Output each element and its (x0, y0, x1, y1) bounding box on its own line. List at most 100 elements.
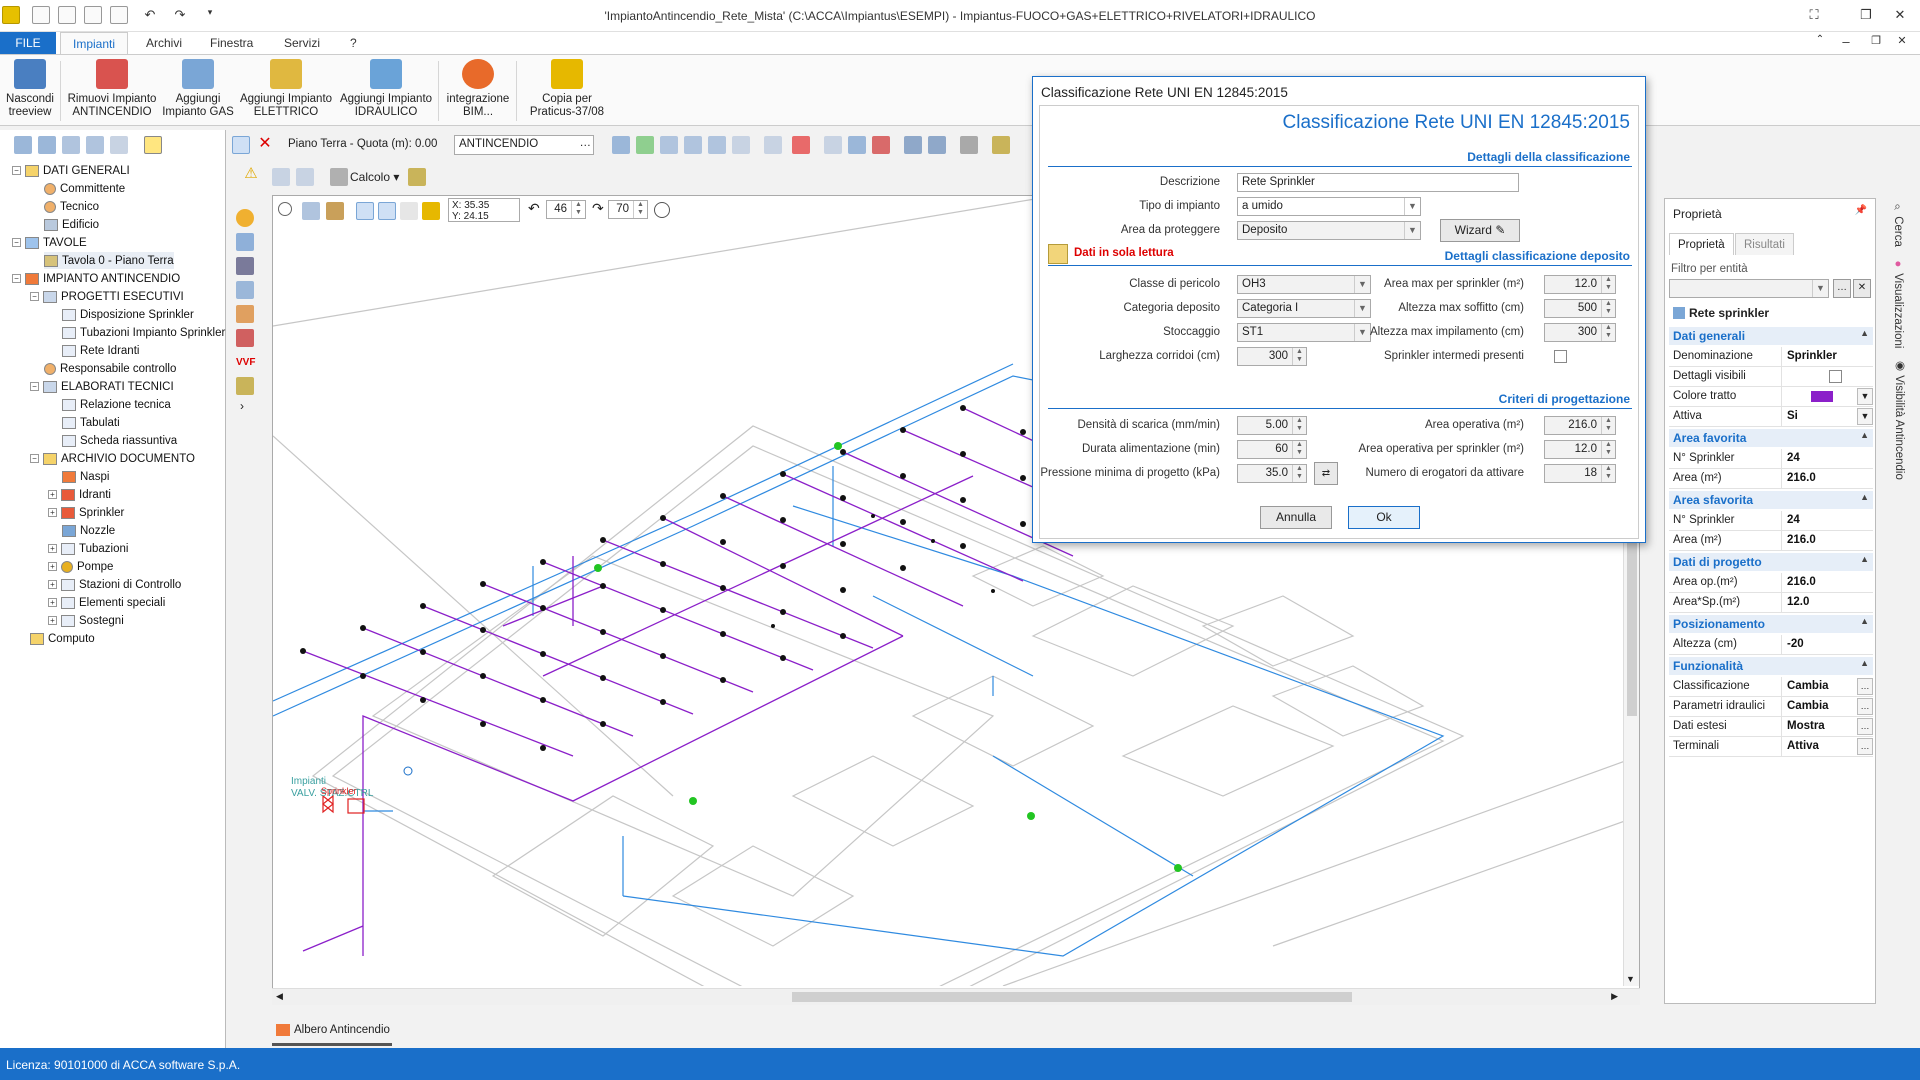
stoccaggio-select[interactable]: ST1 ▼ (1237, 323, 1371, 342)
tree-item[interactable]: Disposizione Sprinkler (62, 306, 194, 323)
tab-visibilita[interactable]: ◉ Visibilità Antincendio (1892, 358, 1906, 480)
tree-item[interactable]: Computo (30, 630, 95, 647)
tree-item[interactable]: Edificio (44, 216, 99, 233)
chevron-down-icon[interactable]: ▼ (1354, 300, 1370, 317)
more-dots-icon[interactable]: … (1857, 698, 1873, 715)
tree-item[interactable]: − IMPIANTO ANTINCENDIO (12, 270, 180, 287)
print-icon[interactable] (960, 136, 978, 154)
tree-item[interactable]: + Tubazioni (48, 540, 128, 557)
sprinkler-tool-icon[interactable] (236, 233, 254, 251)
prop-row[interactable]: Altezza (cm) -20 (1669, 635, 1873, 655)
tool-icon[interactable] (824, 136, 842, 154)
hide-treeview-button[interactable]: Nascondi treeview (4, 59, 56, 119)
view-3d-icon[interactable] (654, 202, 670, 218)
altimp-input[interactable]: 300 ▲ ▼ (1544, 323, 1616, 342)
snap-icon[interactable] (378, 202, 396, 220)
prop-row[interactable]: Area*Sp.(m²) 12.0 (1669, 593, 1873, 613)
tilt-icon[interactable]: ↷ (592, 200, 604, 217)
prop-row[interactable]: Denominazione Sprinkler (1669, 347, 1873, 367)
edit-tool-icon[interactable] (992, 136, 1010, 154)
intermedi-checkbox[interactable] (1554, 350, 1567, 363)
calc-icon[interactable] (330, 168, 348, 186)
wizard-button[interactable]: Wizard ✎ (1440, 219, 1520, 242)
densita-input[interactable]: 5.00 ▲ ▼ (1237, 416, 1307, 435)
filter-combo[interactable]: ▼ (1669, 279, 1829, 298)
tree-item[interactable]: Tubazioni Impianto Sprinkler (62, 324, 225, 341)
chevron-down-icon[interactable]: ▼ (1404, 222, 1420, 239)
copy-praticus-button[interactable]: Copia per Praticus-37/08 (522, 59, 612, 119)
tool-icon[interactable] (764, 136, 782, 154)
tree-tool-icon[interactable] (38, 136, 56, 154)
prop-row[interactable]: N° Sprinkler 24 (1669, 511, 1873, 531)
tool-icon[interactable] (236, 305, 254, 323)
tool-icon[interactable] (872, 136, 890, 154)
prop-row[interactable]: Parametri idraulici Cambia… (1669, 697, 1873, 717)
group-dati-progetto[interactable]: Dati di progetto ▲ (1669, 553, 1873, 571)
move-icon[interactable] (110, 136, 128, 154)
tree-item[interactable]: Scheda riassuntiva (62, 432, 177, 449)
tool-icon[interactable] (732, 136, 750, 154)
prop-row[interactable]: Attiva Si ▼ (1669, 407, 1873, 427)
prop-row[interactable]: Classificazione Cambia… (1669, 677, 1873, 697)
angle2-spinner[interactable]: ▲ ▼ (633, 201, 647, 218)
chevron-down-icon[interactable]: ▼ (1354, 276, 1370, 293)
prop-row[interactable]: Dettagli visibili (1669, 367, 1873, 387)
warning-icon[interactable]: ⚠ (242, 166, 260, 184)
cancel-button[interactable]: Annulla (1260, 506, 1332, 529)
prop-row[interactable]: Colore tratto ▼ (1669, 387, 1873, 407)
mdi-restore-icon[interactable]: ❐ (1866, 34, 1886, 52)
chevron-down-icon[interactable]: ▼ (1812, 280, 1828, 297)
tool-icon[interactable] (408, 168, 426, 186)
tree-item[interactable]: Naspi (62, 468, 109, 485)
more-dots-icon[interactable]: … (580, 137, 592, 149)
tool-icon[interactable] (792, 136, 810, 154)
tool-icon[interactable] (636, 136, 654, 154)
prop-row[interactable]: Area (m²) 216.0 (1669, 469, 1873, 489)
tree-item[interactable]: + Stazioni di Controllo (48, 576, 181, 593)
cancel-selection-icon[interactable]: ✕ (256, 136, 274, 154)
pressione-input[interactable]: 35.0 ▲ ▼ (1237, 464, 1307, 483)
tool-icon[interactable] (684, 136, 702, 154)
tree-item[interactable]: + Pompe (48, 558, 113, 575)
tab-risultati[interactable]: Risultati (1735, 233, 1794, 255)
tab-archivi[interactable]: Archivi (134, 32, 194, 54)
spinner[interactable]: ▲ ▼ (1292, 417, 1306, 434)
areaop-input[interactable]: 216.0 ▲ ▼ (1544, 416, 1616, 435)
tool-icon[interactable] (272, 168, 290, 186)
areamax-input[interactable]: 12.0 ▲ ▼ (1544, 275, 1616, 294)
collapse-icon[interactable]: ▲ (1860, 492, 1869, 502)
spinner[interactable]: ▲ ▼ (1601, 417, 1615, 434)
collapse-icon[interactable]: ▲ (1860, 658, 1869, 668)
filter-more-button[interactable]: … (1833, 279, 1851, 298)
tab-albero-antincendio[interactable]: Albero Antincendio (272, 1014, 392, 1046)
zoom-window-icon[interactable] (302, 202, 320, 220)
mdi-minimize-icon[interactable]: – (1836, 34, 1856, 52)
tab-file[interactable]: FILE (0, 32, 56, 54)
collapse-ribbon-icon[interactable]: ⌃ (1810, 34, 1830, 52)
spinner[interactable]: ▲ ▼ (1292, 348, 1306, 365)
dettagli-checkbox[interactable] (1829, 370, 1842, 383)
spinner[interactable]: ▲ ▼ (1292, 441, 1306, 458)
tool-icon[interactable] (708, 136, 726, 154)
spinner[interactable]: ▲ ▼ (1601, 465, 1615, 482)
frame-icon[interactable] (144, 136, 162, 154)
tree-item[interactable]: Rete Idranti (62, 342, 139, 359)
prop-row[interactable]: Area op.(m²) 216.0 (1669, 573, 1873, 593)
tool-icon[interactable] (612, 136, 630, 154)
tree-tool-icon[interactable] (86, 136, 104, 154)
add-gas-button[interactable]: Aggiungi Impianto GAS (162, 59, 234, 119)
group-dati-generali[interactable]: Dati generali ▲ (1669, 327, 1873, 345)
snap-icon[interactable] (400, 202, 418, 220)
zoom-icon[interactable] (278, 202, 292, 216)
group-area-favorita[interactable]: Area favorita ▲ (1669, 429, 1873, 447)
expand-icon[interactable]: › (240, 399, 244, 413)
chevron-down-icon[interactable]: ▼ (1857, 408, 1873, 425)
prop-row[interactable]: Area (m²) 216.0 (1669, 531, 1873, 551)
group-posizionamento[interactable]: Posizionamento ▲ (1669, 615, 1873, 633)
tree-item[interactable]: Committente (44, 180, 125, 197)
tree-item[interactable]: Responsabile controllo (44, 360, 176, 377)
prop-row[interactable]: Dati estesi Mostra… (1669, 717, 1873, 737)
horizontal-scroll-thumb[interactable] (792, 992, 1352, 1002)
tool-icon[interactable] (848, 136, 866, 154)
altsoff-input[interactable]: 500 ▲ ▼ (1544, 299, 1616, 318)
